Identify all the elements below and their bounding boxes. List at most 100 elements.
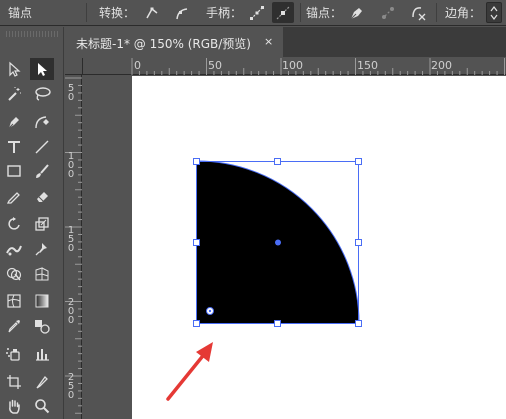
- line-segment-tool[interactable]: [30, 136, 54, 158]
- blend-tool[interactable]: [30, 315, 54, 337]
- cut-path-button[interactable]: [408, 2, 430, 23]
- hand-icon: [9, 399, 20, 414]
- lasso-icon: [35, 87, 51, 101]
- width-tool[interactable]: [2, 238, 26, 260]
- corner-radius-spinner[interactable]: [486, 2, 502, 23]
- zoom-magnifier-icon: [35, 399, 50, 414]
- convert-smooth-icon: [176, 7, 188, 19]
- mesh-icon: [7, 294, 21, 308]
- symbol-sprayer-tool[interactable]: [2, 343, 26, 365]
- perspective-grid-tool[interactable]: [30, 263, 54, 285]
- ruler-label: 50: [208, 59, 222, 72]
- perspective-grid-icon: [35, 267, 49, 281]
- show-handles-icon: [250, 5, 264, 20]
- puppet-warp-tool[interactable]: [30, 238, 54, 260]
- eyedropper-icon: [8, 320, 20, 333]
- scale-tool[interactable]: [30, 213, 54, 235]
- close-tab-icon[interactable]: ×: [264, 35, 273, 48]
- spinner-arrows-icon: [490, 6, 498, 20]
- connect-path-icon: [382, 6, 394, 19]
- hide-handles-button[interactable]: [272, 2, 294, 23]
- slice-knife-icon: [36, 376, 48, 389]
- vertical-ruler[interactable]: 50 100 150 200 250: [65, 75, 82, 419]
- convert-label: 转换：: [99, 6, 136, 20]
- ruler-label: 200: [67, 297, 75, 326]
- panel-grip[interactable]: [6, 31, 58, 37]
- ruler-label: 200: [431, 59, 452, 72]
- separator: [300, 3, 301, 22]
- scale-icon: [35, 217, 49, 231]
- column-graph-icon: [36, 349, 49, 361]
- paintbrush-icon: [36, 164, 49, 178]
- curvature-tool[interactable]: [30, 111, 54, 133]
- selection-tool[interactable]: [2, 58, 26, 80]
- ruler-label: 0: [134, 59, 141, 72]
- width-icon: [6, 245, 22, 256]
- cut-path-icon: [412, 6, 426, 20]
- type-t-icon: [8, 141, 20, 153]
- ruler-label: 50: [67, 83, 75, 103]
- ruler-origin[interactable]: [65, 58, 83, 75]
- shaper-tool[interactable]: [2, 185, 26, 207]
- ruler-label: 100: [67, 151, 75, 180]
- rectangle-tool[interactable]: [2, 160, 26, 182]
- shaper-pencil-icon: [6, 192, 20, 204]
- hide-handles-icon: [276, 6, 290, 19]
- tools-panel: [0, 27, 64, 419]
- show-handles-button[interactable]: [246, 2, 268, 23]
- magic-wand-icon: [8, 87, 21, 101]
- type-tool[interactable]: [2, 136, 26, 158]
- horizontal-ruler[interactable]: 0 50 100 150 200: [83, 58, 506, 75]
- document-tab-bar: 未标题-1* @ 150% (RGB/预览) ×: [65, 27, 506, 57]
- line-segment-icon: [35, 140, 49, 154]
- ruler-label: 100: [282, 59, 303, 72]
- mesh-tool[interactable]: [2, 290, 26, 312]
- convert-to-smooth-button[interactable]: [171, 2, 193, 23]
- connect-anchors-button[interactable]: [377, 2, 399, 23]
- gradient-icon: [35, 294, 49, 308]
- rotate-icon: [8, 217, 20, 230]
- hand-tool[interactable]: [2, 395, 26, 417]
- rotate-tool[interactable]: [2, 213, 26, 235]
- eyedropper-tool[interactable]: [2, 315, 26, 337]
- convert-corner-icon: [146, 7, 158, 18]
- shape-builder-tool[interactable]: [2, 263, 26, 285]
- artboard-icon: [7, 375, 21, 389]
- handle-label: 手柄：: [206, 6, 243, 20]
- slice-tool[interactable]: [30, 371, 54, 393]
- document-tab[interactable]: 未标题-1* @ 150% (RGB/预览) ×: [65, 27, 283, 57]
- paintbrush-tool[interactable]: [30, 160, 54, 182]
- direct-selection-arrow-icon: [38, 63, 47, 76]
- separator: [436, 3, 437, 22]
- gradient-tool[interactable]: [30, 290, 54, 312]
- control-bar: 锚点 转换： 手柄： 锚点： 边角：: [0, 0, 506, 26]
- magic-wand-tool[interactable]: [2, 83, 26, 105]
- symbol-sprayer-icon: [6, 348, 20, 361]
- pen-minus-icon: [350, 7, 362, 19]
- separator: [86, 3, 87, 22]
- direct-selection-tool[interactable]: [30, 58, 54, 80]
- anchor-label: 锚点: [8, 6, 33, 20]
- remove-anchor-button[interactable]: [345, 2, 367, 23]
- puppet-pin-icon: [35, 243, 47, 256]
- column-graph-tool[interactable]: [30, 343, 54, 365]
- eraser-tool[interactable]: [30, 185, 54, 207]
- convert-to-corner-button[interactable]: [141, 2, 163, 23]
- artboard[interactable]: [132, 76, 506, 419]
- selection-arrow-icon: [9, 61, 21, 77]
- ruler-label: 150: [357, 59, 378, 72]
- ruler-label: 250: [67, 372, 75, 401]
- ruler-label: 150: [67, 225, 75, 254]
- curvature-pen-icon: [35, 116, 49, 129]
- eraser-icon: [37, 192, 48, 203]
- document-tab-title: 未标题-1* @ 150% (RGB/预览): [76, 37, 251, 51]
- zoom-tool[interactable]: [30, 395, 54, 417]
- rectangle-icon: [7, 165, 21, 177]
- lasso-tool[interactable]: [30, 83, 54, 105]
- pen-nib-icon: [8, 117, 19, 129]
- artboard-tool[interactable]: [2, 371, 26, 393]
- pen-tool[interactable]: [2, 111, 26, 133]
- shape-builder-icon: [6, 267, 22, 281]
- anchors-label: 锚点：: [306, 6, 343, 20]
- corner-label: 边角：: [445, 6, 482, 20]
